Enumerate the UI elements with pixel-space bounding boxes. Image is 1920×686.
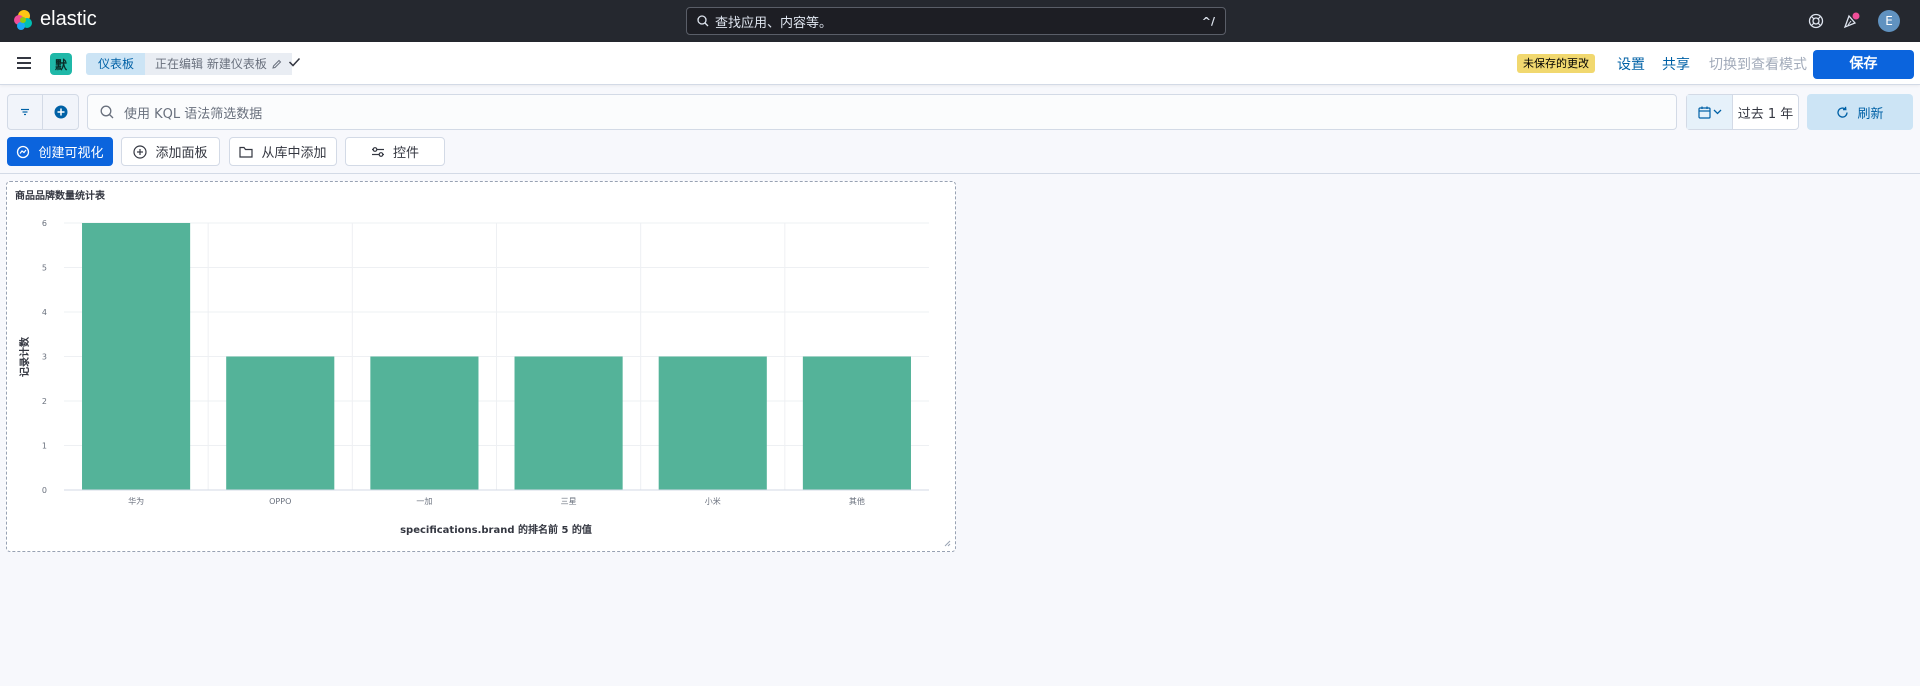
user-avatar[interactable]: E [1878, 10, 1900, 32]
x-tick-label: 其他 [849, 496, 865, 506]
y-tick-label: 4 [42, 308, 47, 317]
query-bar: 使用 KQL 语法筛选数据 过去 1 年 刷新 创建可视化 添加面板 从库中添加… [0, 85, 1920, 177]
refresh-icon [1837, 106, 1849, 118]
bar[interactable] [226, 356, 335, 491]
plus-circle-icon [54, 105, 67, 119]
global-header: elastic 查找应用、内容等。 ^/ E [0, 0, 1920, 42]
bar[interactable] [82, 223, 191, 490]
brand-name: elastic [40, 8, 97, 30]
x-tick-label: 一加 [416, 496, 432, 506]
x-axis-title: specifications.brand 的排名前 5 的值 [400, 523, 592, 536]
elastic-logo[interactable]: elastic [12, 8, 97, 31]
check-icon[interactable] [288, 56, 301, 68]
save-button[interactable]: 保存 [1813, 50, 1914, 79]
space-avatar[interactable]: 默 [50, 53, 72, 75]
controls-icon [371, 146, 384, 157]
x-tick-label: 小米 [705, 496, 721, 506]
x-tick-label: OPPO [269, 497, 291, 506]
y-tick-label: 6 [42, 219, 47, 228]
plus-in-circle-icon [133, 144, 148, 159]
bar[interactable] [802, 356, 911, 491]
chevron-down-icon [1713, 109, 1721, 115]
breadcrumb-dashboards[interactable]: 仪表板 [86, 53, 147, 75]
y-axis-title: 记录计数 [18, 336, 31, 377]
x-tick-label: 华为 [128, 496, 144, 506]
bar-chart: 0 1 2 3 4 5 6 华为 OPPO 一加 三星 小米 其他 specifications.bran… [18, 219, 929, 536]
search-icon [697, 15, 709, 27]
dashboard-panel[interactable]: 商品品牌数量统计表 0 1 2 3 4 5 6 华为 OPPO 一加 三星 小米 其他 specifica… [6, 181, 956, 552]
y-tick-label: 3 [42, 353, 47, 362]
breadcrumb-editing: 正在编辑 新建仪表板 [145, 53, 292, 75]
y-tick-label: 1 [42, 442, 47, 451]
menu-icon[interactable] [16, 56, 32, 70]
search-placeholder: 查找应用、内容等。 [715, 15, 833, 31]
elastic-logo-icon [14, 9, 32, 30]
refresh-button[interactable]: 刷新 [1807, 94, 1913, 130]
lens-icon [17, 145, 30, 158]
quick-select-button[interactable] [1687, 95, 1733, 129]
y-tick-label: 0 [42, 486, 47, 495]
kql-search-input[interactable]: 使用 KQL 语法筛选数据 [87, 94, 1677, 130]
share-link[interactable]: 共享 [1662, 54, 1690, 74]
filter-button-group [7, 94, 79, 130]
pencil-icon[interactable] [271, 59, 282, 70]
calendar-icon [1697, 106, 1711, 119]
search-shortcut: ^/ [1201, 14, 1215, 28]
add-panel-button[interactable]: 添加面板 [121, 137, 220, 166]
settings-link[interactable]: 设置 [1617, 54, 1645, 74]
news-feed-icon[interactable] [1842, 12, 1860, 30]
refresh-label: 刷新 [1857, 106, 1884, 122]
help-icon[interactable] [1808, 13, 1824, 29]
unsaved-changes-badge: 未保存的更改 [1517, 54, 1595, 73]
panel-title: 商品品牌数量统计表 [15, 191, 105, 202]
resize-handle-icon[interactable] [943, 539, 951, 547]
global-search-input[interactable]: 查找应用、内容等。 ^/ [686, 7, 1226, 35]
time-picker: 过去 1 年 [1686, 94, 1799, 130]
search-icon [100, 105, 114, 119]
add-panel-label: 添加面板 [155, 146, 208, 161]
y-tick-label: 5 [42, 264, 47, 273]
x-tick-label: 三星 [561, 497, 577, 506]
time-range-label[interactable]: 过去 1 年 [1733, 95, 1798, 129]
breadcrumb-editing-label: 正在编辑 新建仪表板 [155, 57, 267, 71]
controls-label: 控件 [392, 146, 419, 161]
add-filter-button[interactable] [43, 95, 78, 129]
kql-placeholder: 使用 KQL 语法筛选数据 [124, 106, 263, 122]
filter-icon [21, 108, 29, 116]
controls-button[interactable]: 控件 [345, 137, 445, 166]
create-visualization-label: 创建可视化 [38, 146, 104, 161]
add-from-library-button[interactable]: 从库中添加 [229, 137, 337, 166]
filter-menu-button[interactable] [8, 95, 44, 129]
toolbar-divider [0, 173, 1920, 174]
bar[interactable] [370, 356, 479, 491]
switch-to-view-mode-link[interactable]: 切换到查看模式 [1709, 54, 1807, 74]
bar[interactable] [514, 356, 623, 491]
add-from-library-label: 从库中添加 [261, 146, 327, 161]
folder-icon [239, 146, 254, 158]
create-visualization-button[interactable]: 创建可视化 [7, 137, 113, 166]
bar[interactable] [658, 356, 767, 491]
app-header: 默 仪表板 正在编辑 新建仪表板 未保存的更改 设置 共享 切换到查看模式 保存 [0, 42, 1920, 85]
y-tick-label: 2 [42, 397, 47, 406]
